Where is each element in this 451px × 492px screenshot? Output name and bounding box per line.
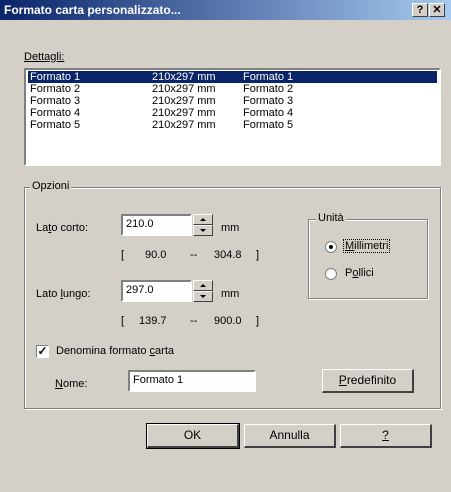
short-side-spinner[interactable] bbox=[193, 214, 213, 236]
units-group bbox=[308, 219, 428, 299]
inches-label[interactable]: Pollici bbox=[345, 267, 374, 279]
close-icon: ✕ bbox=[432, 4, 442, 16]
close-button[interactable]: ✕ bbox=[429, 3, 445, 17]
name-label: Nome: bbox=[55, 378, 88, 390]
long-side-spinner[interactable] bbox=[193, 280, 213, 302]
list-item-size: 210x297 mm bbox=[152, 119, 216, 131]
name-input[interactable]: Formato 1 bbox=[128, 370, 256, 392]
short-side-range-min: 90.0 bbox=[145, 249, 167, 261]
short-side-range-max: 304.8 bbox=[214, 249, 242, 261]
list-item-name: Formato 2 bbox=[30, 83, 81, 95]
list-item-desc: Formato 3 bbox=[243, 95, 294, 107]
millimeters-radio[interactable] bbox=[325, 241, 337, 253]
list-item-1[interactable]: Formato 1 210x297 mm Formato 1 bbox=[28, 71, 437, 83]
millimeters-label[interactable]: Millimetri bbox=[342, 239, 391, 253]
list-item-desc: Formato 5 bbox=[243, 119, 294, 131]
list-item-2[interactable]: Formato 2 210x297 mm Formato 2 bbox=[28, 83, 437, 95]
spin-up-button[interactable] bbox=[193, 214, 213, 225]
long-side-range-close: ] bbox=[256, 315, 260, 327]
list-item-desc: Formato 1 bbox=[243, 71, 294, 83]
spin-up-button[interactable] bbox=[193, 280, 213, 291]
long-side-range-sep: -- bbox=[190, 315, 198, 327]
arrow-down-icon bbox=[200, 229, 206, 232]
ok-button[interactable]: OK bbox=[146, 423, 240, 449]
short-side-unit: mm bbox=[221, 222, 240, 234]
list-item-size: 210x297 mm bbox=[152, 95, 216, 107]
details-list[interactable]: Formato 1 210x297 mm Formato 1 Formato 2… bbox=[24, 68, 441, 166]
short-side-label: Lato corto: bbox=[36, 222, 88, 234]
arrow-down-icon bbox=[200, 295, 206, 298]
details-label: Dettagli: bbox=[24, 51, 64, 63]
list-item-size: 210x297 mm bbox=[152, 83, 216, 95]
list-item-name: Formato 3 bbox=[30, 95, 81, 107]
list-item-3[interactable]: Formato 3 210x297 mm Formato 3 bbox=[28, 95, 437, 107]
list-item-size: 210x297 mm bbox=[152, 71, 216, 83]
details-label-text: Dettagli: bbox=[24, 51, 65, 63]
spin-down-button[interactable] bbox=[193, 291, 213, 302]
long-side-input[interactable]: 297.0 bbox=[121, 280, 192, 302]
long-side-unit: mm bbox=[221, 288, 240, 300]
long-side-label: Lato lungo: bbox=[36, 288, 91, 300]
options-group-label: Opzioni bbox=[30, 180, 72, 192]
list-item-desc: Formato 2 bbox=[243, 83, 294, 95]
list-item-name: Formato 1 bbox=[30, 71, 81, 83]
short-side-range-open: [ bbox=[121, 249, 125, 261]
cancel-button[interactable]: Annulla bbox=[244, 424, 336, 448]
help-button[interactable]: ? bbox=[340, 424, 432, 448]
check-icon: ✓ bbox=[37, 344, 48, 358]
list-item-name: Formato 5 bbox=[30, 119, 81, 131]
list-item-name: Formato 4 bbox=[30, 107, 81, 119]
name-format-checkbox[interactable]: ✓ bbox=[36, 345, 49, 358]
title-bar[interactable]: Formato carta personalizzato... ? ✕ bbox=[0, 0, 451, 20]
name-format-label[interactable]: Denomina formato carta bbox=[56, 345, 174, 357]
long-side-range-open: [ bbox=[121, 315, 125, 327]
units-group-label: Unità bbox=[316, 212, 346, 224]
arrow-up-icon bbox=[200, 284, 206, 287]
list-item-size: 210x297 mm bbox=[152, 107, 216, 119]
help-title-button[interactable]: ? bbox=[412, 3, 428, 17]
default-button[interactable]: Predefinito bbox=[322, 369, 414, 393]
list-item-desc: Formato 4 bbox=[243, 107, 294, 119]
long-side-range-min: 139.7 bbox=[139, 315, 167, 327]
short-side-range-sep: -- bbox=[190, 249, 198, 261]
spin-down-button[interactable] bbox=[193, 225, 213, 236]
inches-radio[interactable] bbox=[325, 268, 337, 280]
arrow-up-icon bbox=[200, 218, 206, 221]
short-side-range-close: ] bbox=[256, 249, 260, 261]
long-side-range-max: 900.0 bbox=[214, 315, 242, 327]
list-item-5[interactable]: Formato 5 210x297 mm Formato 5 bbox=[28, 119, 437, 131]
window-title: Formato carta personalizzato... bbox=[4, 3, 181, 17]
radio-selected-dot bbox=[329, 245, 333, 249]
list-item-4[interactable]: Formato 4 210x297 mm Formato 4 bbox=[28, 107, 437, 119]
short-side-input[interactable]: 210.0 bbox=[121, 214, 192, 236]
